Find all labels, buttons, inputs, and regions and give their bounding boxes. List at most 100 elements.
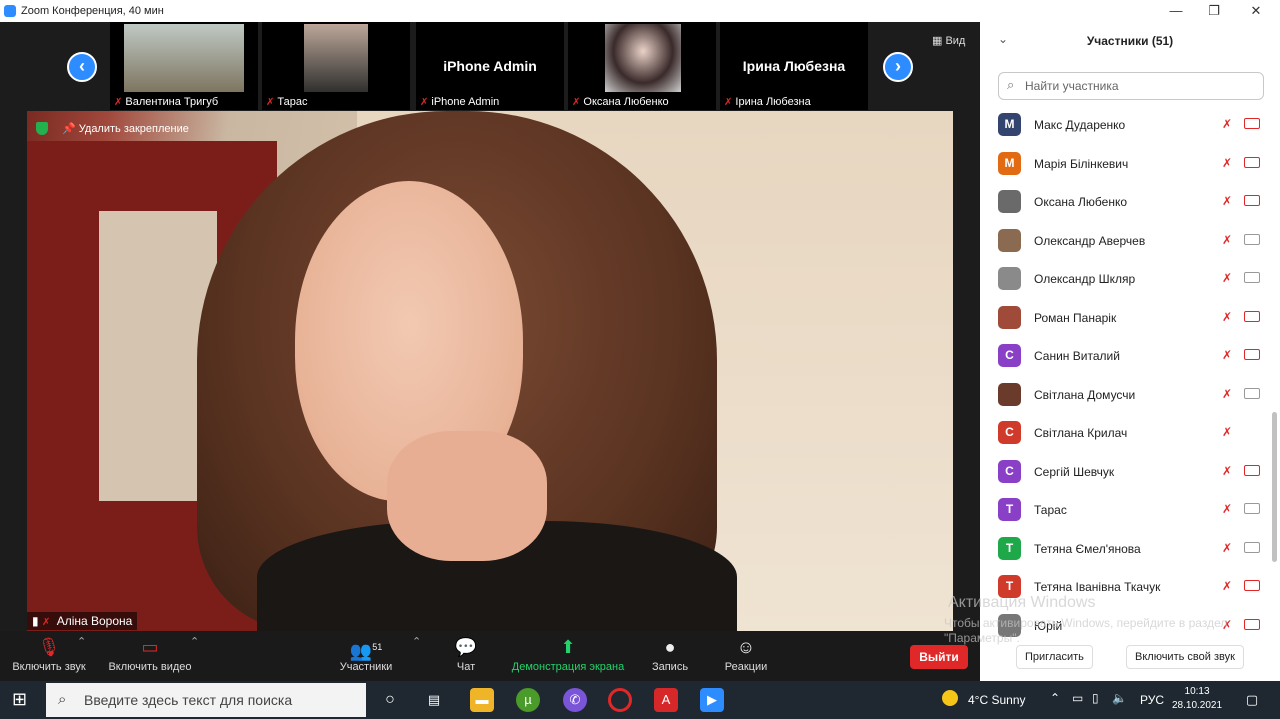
participant-avatar: Т: [998, 498, 1021, 521]
record-icon: ●: [664, 637, 676, 657]
participant-name: Тарас: [1034, 503, 1067, 517]
mic-muted-icon: ✗: [114, 97, 123, 108]
minimize-button[interactable]: —: [1156, 0, 1196, 22]
participant-avatar: [998, 267, 1021, 290]
participant-name: Олександр Шкляр: [1034, 272, 1136, 286]
pin-icon: 📌: [62, 123, 76, 135]
participant-video: [124, 24, 244, 92]
unmute-myself-button[interactable]: Включить свой звук: [1126, 645, 1244, 669]
panel-scrollbar[interactable]: [1272, 412, 1277, 562]
task-view-icon[interactable]: ○: [378, 688, 402, 712]
audio-options-chevron-icon[interactable]: ⌃: [77, 635, 86, 648]
participant-row[interactable]: С Сергій Шевчук ✗: [996, 453, 1266, 491]
reactions-button[interactable]: ☺ Реакции: [720, 631, 772, 673]
mic-muted-icon: ✗: [1222, 194, 1233, 208]
acrobat-reader-icon[interactable]: A: [654, 688, 678, 712]
thumbnail-tile[interactable]: ✗ Оксана Любенко: [568, 22, 716, 110]
participant-row[interactable]: М Марія Білінкевич ✗: [996, 145, 1266, 183]
participant-row[interactable]: М Макс Дударенко ✗: [996, 106, 1266, 144]
participant-name: Марія Білінкевич: [1034, 156, 1129, 171]
battery-icon[interactable]: ▯: [1092, 691, 1099, 705]
thumbnail-tile[interactable]: Ірина Любезна ✗ Ірина Любезна: [720, 22, 868, 110]
leave-meeting-button[interactable]: Выйти: [910, 645, 968, 669]
video-on-icon: [1244, 541, 1260, 553]
view-menu[interactable]: ▦ Вид: [932, 34, 965, 47]
thumbnail-name: Оксана Любенко: [583, 96, 669, 108]
participants-options-chevron-icon[interactable]: ⌃: [412, 635, 421, 648]
participant-row[interactable]: С Світлана Крилач ✗: [996, 414, 1266, 452]
participant-row[interactable]: Т Тетяна Ємел'янова ✗: [996, 530, 1266, 568]
chat-button[interactable]: 💬 Чат: [448, 631, 484, 673]
mic-muted-icon: ✗: [572, 97, 581, 108]
invite-button[interactable]: Пригласить: [1016, 645, 1093, 669]
participant-row[interactable]: Олександр Шкляр ✗: [996, 260, 1266, 298]
input-language[interactable]: РУС: [1140, 693, 1164, 707]
share-screen-button[interactable]: ⬆ Демонстрация экрана: [508, 631, 628, 673]
mic-muted-icon: ✗: [1222, 155, 1233, 170]
thumbnail-tile[interactable]: iPhone Admin ✗ iPhone Admin: [416, 22, 564, 110]
participant-avatar: Т: [998, 536, 1021, 560]
share-screen-icon: ⬆: [560, 637, 576, 657]
participants-button[interactable]: 👥51 Участники: [336, 631, 396, 673]
prev-page-button[interactable]: ‹: [67, 52, 97, 82]
participant-avatar: [998, 382, 1021, 406]
thumbnail-tile[interactable]: ✗ Валентина Тригуб: [110, 22, 258, 110]
mic-muted-icon: ✗: [1222, 309, 1233, 324]
zoom-taskbar-icon[interactable]: ▶: [700, 688, 724, 712]
participant-avatar: М: [998, 151, 1021, 175]
maximize-button[interactable]: ❐: [1194, 0, 1234, 22]
participant-row[interactable]: Роман Панарік ✗: [996, 299, 1266, 337]
widgets-icon[interactable]: ▤: [422, 688, 446, 712]
unpin-control[interactable]: 📌 Удалить закрепление: [36, 122, 189, 135]
participant-name: Олександр Аверчев: [1034, 233, 1146, 248]
meeting-toolbar: 🎙 Включить звук ⌃ ▭ Включить видео ⌃ 👥51…: [0, 631, 980, 681]
participant-name: Тетяна Іванівна Ткачук: [1034, 580, 1161, 594]
participant-avatar: [998, 228, 1021, 252]
participant-name: Макс Дударенко: [1034, 118, 1126, 132]
close-button[interactable]: ✕: [1236, 0, 1276, 22]
participant-video: [304, 24, 368, 92]
video-off-icon: [1244, 195, 1260, 206]
participant-row[interactable]: Оксана Любенко ✗: [996, 183, 1266, 221]
taskbar-search-input[interactable]: ⌕ Введите здесь текст для поиска: [46, 683, 366, 717]
participant-row[interactable]: Світлана Домусчи ✗: [996, 376, 1266, 414]
mic-muted-icon: ✗: [1222, 271, 1233, 285]
video-options-chevron-icon[interactable]: ⌃: [190, 635, 199, 648]
viber-icon[interactable]: ✆: [563, 688, 587, 712]
file-explorer-icon[interactable]: ▬: [470, 688, 494, 712]
video-off-icon: [1244, 310, 1260, 322]
tray-chevron-icon[interactable]: ⌃: [1050, 691, 1060, 705]
network-icon[interactable]: ▭: [1072, 691, 1083, 705]
thumbnail-big-name: iPhone Admin: [443, 58, 537, 74]
notifications-icon[interactable]: ▢: [1240, 688, 1264, 712]
windows-start-icon[interactable]: ⊞: [12, 689, 27, 710]
participant-name: Роман Панарік: [1034, 310, 1117, 325]
opera-browser-icon[interactable]: [608, 688, 632, 712]
chat-icon: 💬: [454, 637, 478, 657]
record-button[interactable]: ● Запись: [648, 631, 692, 673]
participant-row[interactable]: Т Тарас ✗: [996, 491, 1266, 529]
start-video-button[interactable]: ▭ Включить видео: [105, 631, 195, 673]
next-page-button[interactable]: ›: [883, 52, 913, 82]
mic-muted-icon: ✗: [1222, 579, 1233, 593]
thumbnail-tile[interactable]: ✗ Тарас: [262, 22, 410, 110]
video-on-icon: [1244, 272, 1260, 283]
video-on-icon: [1244, 387, 1260, 399]
participant-name: Світлана Крилач: [1034, 426, 1128, 440]
participant-name: Оксана Любенко: [1034, 195, 1127, 209]
windows-activation-watermark: Активация Windows: [948, 594, 1096, 611]
participant-search-input[interactable]: ⌕ Найти участника: [998, 72, 1264, 100]
mic-muted-icon: ✗: [1222, 425, 1233, 439]
mic-muted-icon: ✗: [1222, 232, 1233, 247]
participant-row[interactable]: Олександр Аверчев ✗: [996, 222, 1266, 260]
windows-activation-hint: Чтобы активировать Windows, перейдите в …: [944, 616, 1228, 645]
participant-row[interactable]: С Санин Виталий ✗: [996, 337, 1266, 375]
participant-avatar: С: [998, 421, 1021, 444]
thumbnail-name: Валентина Тригуб: [125, 96, 219, 108]
volume-icon[interactable]: 🔈: [1112, 691, 1127, 705]
taskbar-clock[interactable]: 10:13 28.10.2021: [1172, 685, 1222, 713]
clock-time: 10:13: [1184, 686, 1210, 697]
torrent-app-icon[interactable]: µ: [516, 688, 540, 712]
mic-muted-icon: ✗: [1222, 386, 1233, 401]
active-speaker-video: [27, 111, 953, 631]
